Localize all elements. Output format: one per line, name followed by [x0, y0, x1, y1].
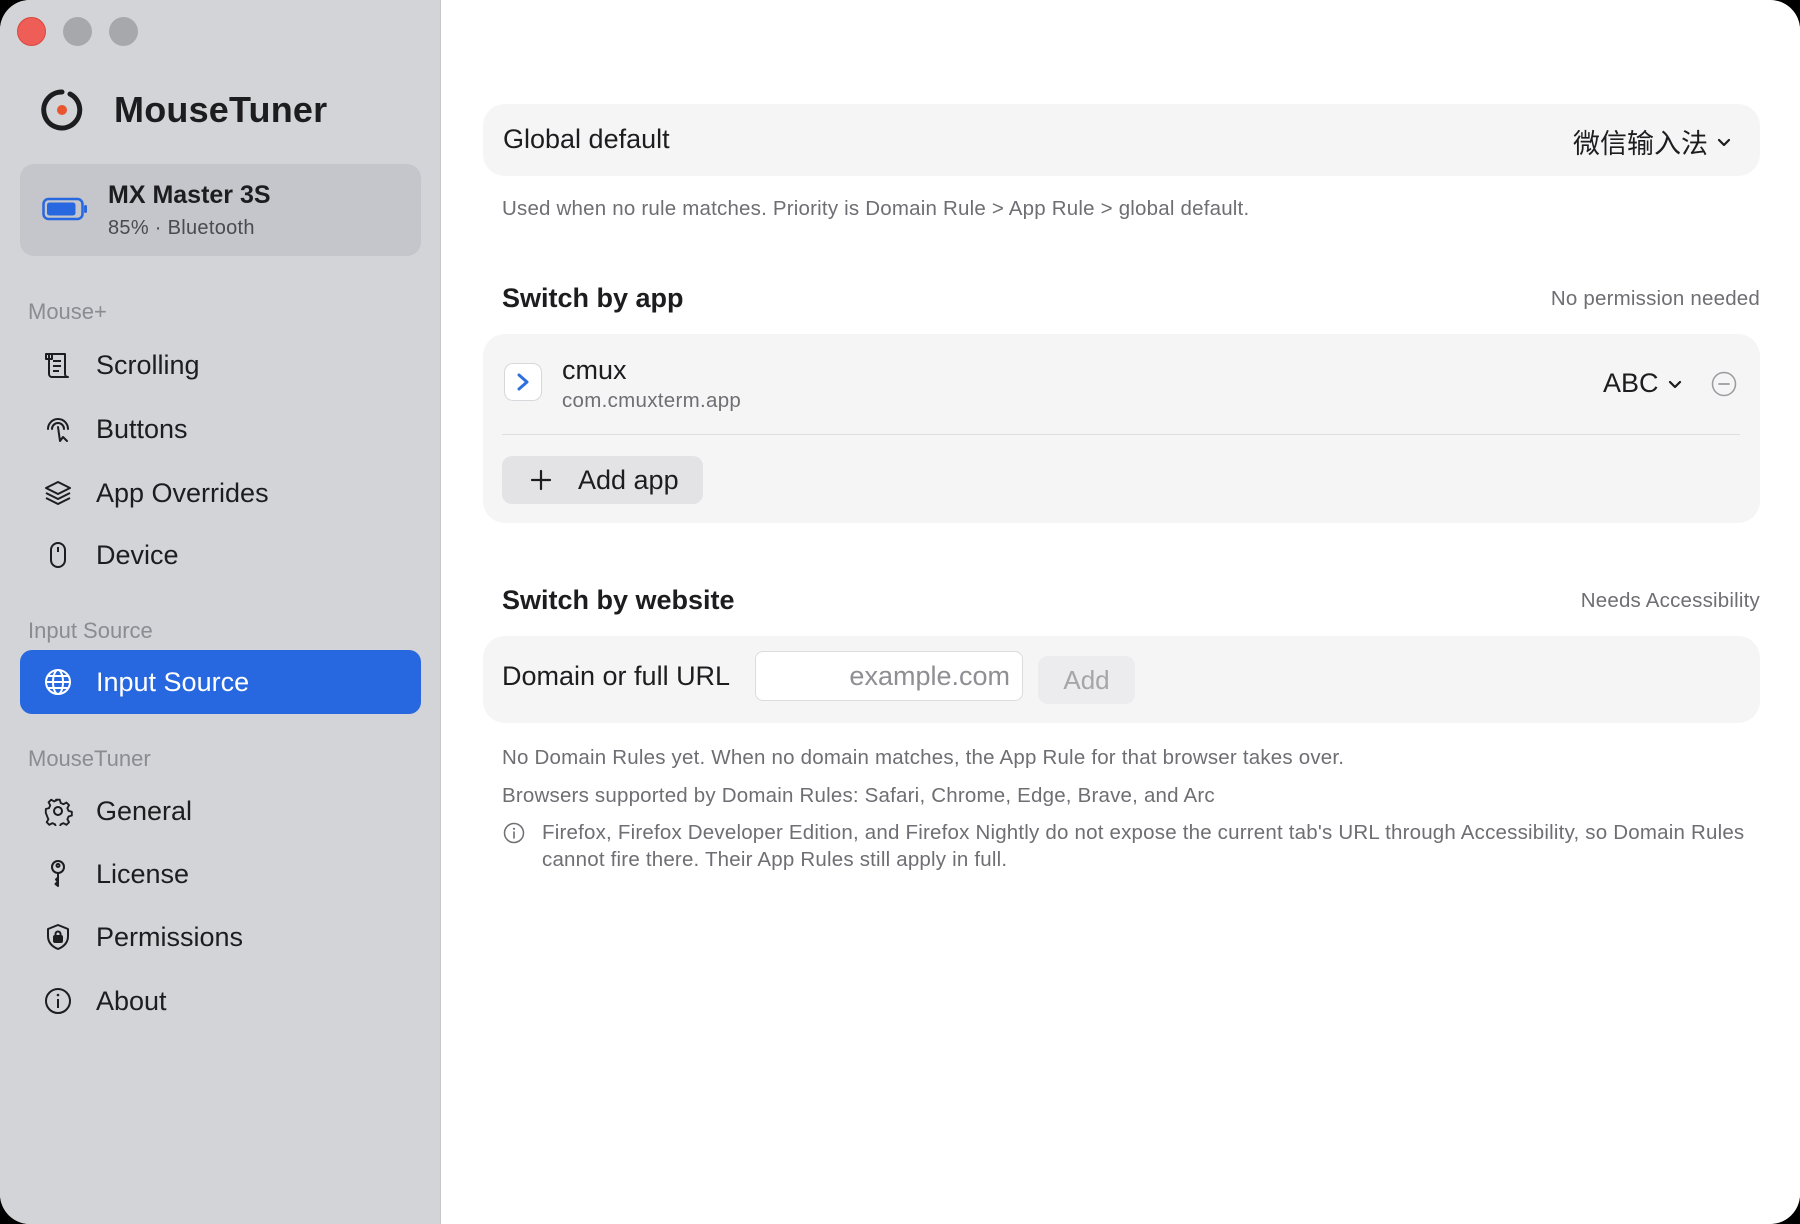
app-name: MouseTuner — [114, 89, 328, 130]
sidebar-item-label: General — [96, 795, 193, 826]
global-default-caption: Used when no rule matches. Priority is D… — [502, 197, 1250, 220]
sidebar-item-device[interactable]: Device — [20, 523, 421, 587]
sidebar-item-label: About — [96, 985, 167, 1016]
layers-icon — [42, 477, 74, 509]
switch-by-website-note: Needs Accessibility — [1580, 589, 1760, 612]
sidebar-item-label: App Overrides — [96, 477, 269, 508]
sidebar-item-input-source[interactable]: Input Source — [20, 650, 421, 714]
add-app-label: Add app — [578, 464, 679, 495]
sidebar-item-label: Input Source — [96, 666, 250, 697]
terminal-chevron-icon — [504, 363, 542, 401]
shield-lock-icon — [42, 921, 74, 953]
domain-rules-empty-text: No Domain Rules yet. When no domain matc… — [502, 746, 1345, 769]
window-minimize-button[interactable] — [63, 17, 92, 46]
sidebar-item-label: Permissions — [96, 921, 244, 952]
sidebar-item-app-overrides[interactable]: App Overrides — [20, 461, 421, 525]
sidebar-item-scrolling[interactable]: Scrolling — [20, 333, 421, 397]
sidebar-item-license[interactable]: License — [20, 842, 421, 906]
pointer-tap-icon — [42, 413, 74, 445]
device-name: MX Master 3S — [108, 181, 271, 209]
app-rule-bundle-id: com.cmuxterm.app — [562, 389, 742, 412]
sidebar-section-mousetuner: MouseTuner — [28, 746, 151, 771]
sidebar-item-permissions[interactable]: Permissions — [20, 905, 421, 969]
firefox-info-text: Firefox, Firefox Developer Edition, and … — [542, 821, 1745, 871]
domain-input[interactable] — [755, 651, 1023, 701]
sidebar-item-general[interactable]: General — [20, 779, 421, 843]
device-status: 85% · Bluetooth — [108, 217, 255, 239]
sidebar-item-label: Device — [96, 539, 179, 570]
sidebar-section-input-source: Input Source — [28, 618, 153, 643]
sidebar-item-about[interactable]: About — [20, 969, 421, 1033]
sidebar-item-label: Scrolling — [96, 349, 200, 380]
main-content: Global default 微信输入法 Used when no rule m… — [442, 0, 1800, 1224]
sidebar-item-label: Buttons — [96, 413, 188, 444]
key-icon — [42, 858, 74, 890]
add-app-button[interactable]: Add app — [502, 456, 703, 504]
sidebar-section-mouse-plus: Mouse+ — [28, 299, 107, 324]
domain-field-label: Domain or full URL — [502, 661, 731, 691]
app-rule-name: cmux — [562, 355, 627, 385]
chevron-down-icon — [1668, 380, 1681, 388]
sidebar-item-buttons[interactable]: Buttons — [20, 397, 421, 461]
window-zoom-button[interactable] — [109, 17, 138, 46]
chevron-down-icon — [1717, 138, 1731, 146]
remove-app-rule-button[interactable] — [1711, 371, 1737, 397]
app-rule-input-source-select[interactable]: ABC — [1603, 368, 1683, 399]
global-default-title: Global default — [503, 124, 670, 154]
app-window: MouseTuner MX Master 3S 85% · Bluetooth … — [0, 0, 1800, 1224]
app-rules-divider — [502, 434, 1740, 435]
add-domain-button[interactable]: Add — [1038, 656, 1135, 704]
switch-by-app-title: Switch by app — [502, 283, 684, 313]
supported-browsers-text: Browsers supported by Domain Rules: Safa… — [502, 784, 1215, 807]
device-card[interactable]: MX Master 3S 85% · Bluetooth — [20, 164, 421, 256]
scroll-icon — [42, 349, 74, 381]
mouse-icon — [42, 539, 74, 571]
app-logo-icon — [41, 89, 83, 131]
plus-icon — [530, 469, 552, 491]
sidebar-item-label: License — [96, 858, 190, 889]
switch-by-website-title: Switch by website — [502, 585, 735, 615]
app-brand: MouseTuner — [40, 86, 327, 134]
globe-icon — [42, 666, 74, 698]
global-default-select[interactable]: 微信输入法 — [1573, 122, 1732, 161]
global-default-card: Global default 微信输入法 — [483, 104, 1760, 176]
gear-icon — [42, 795, 74, 827]
info-icon — [503, 822, 525, 844]
global-default-value: 微信输入法 — [1573, 129, 1708, 159]
window-close-button[interactable] — [17, 17, 46, 46]
info-icon — [42, 985, 74, 1017]
app-rule-input-source-value: ABC — [1603, 368, 1659, 398]
switch-by-app-note: No permission needed — [1550, 287, 1760, 310]
battery-icon — [42, 197, 87, 221]
sidebar: MouseTuner MX Master 3S 85% · Bluetooth … — [0, 0, 441, 1224]
